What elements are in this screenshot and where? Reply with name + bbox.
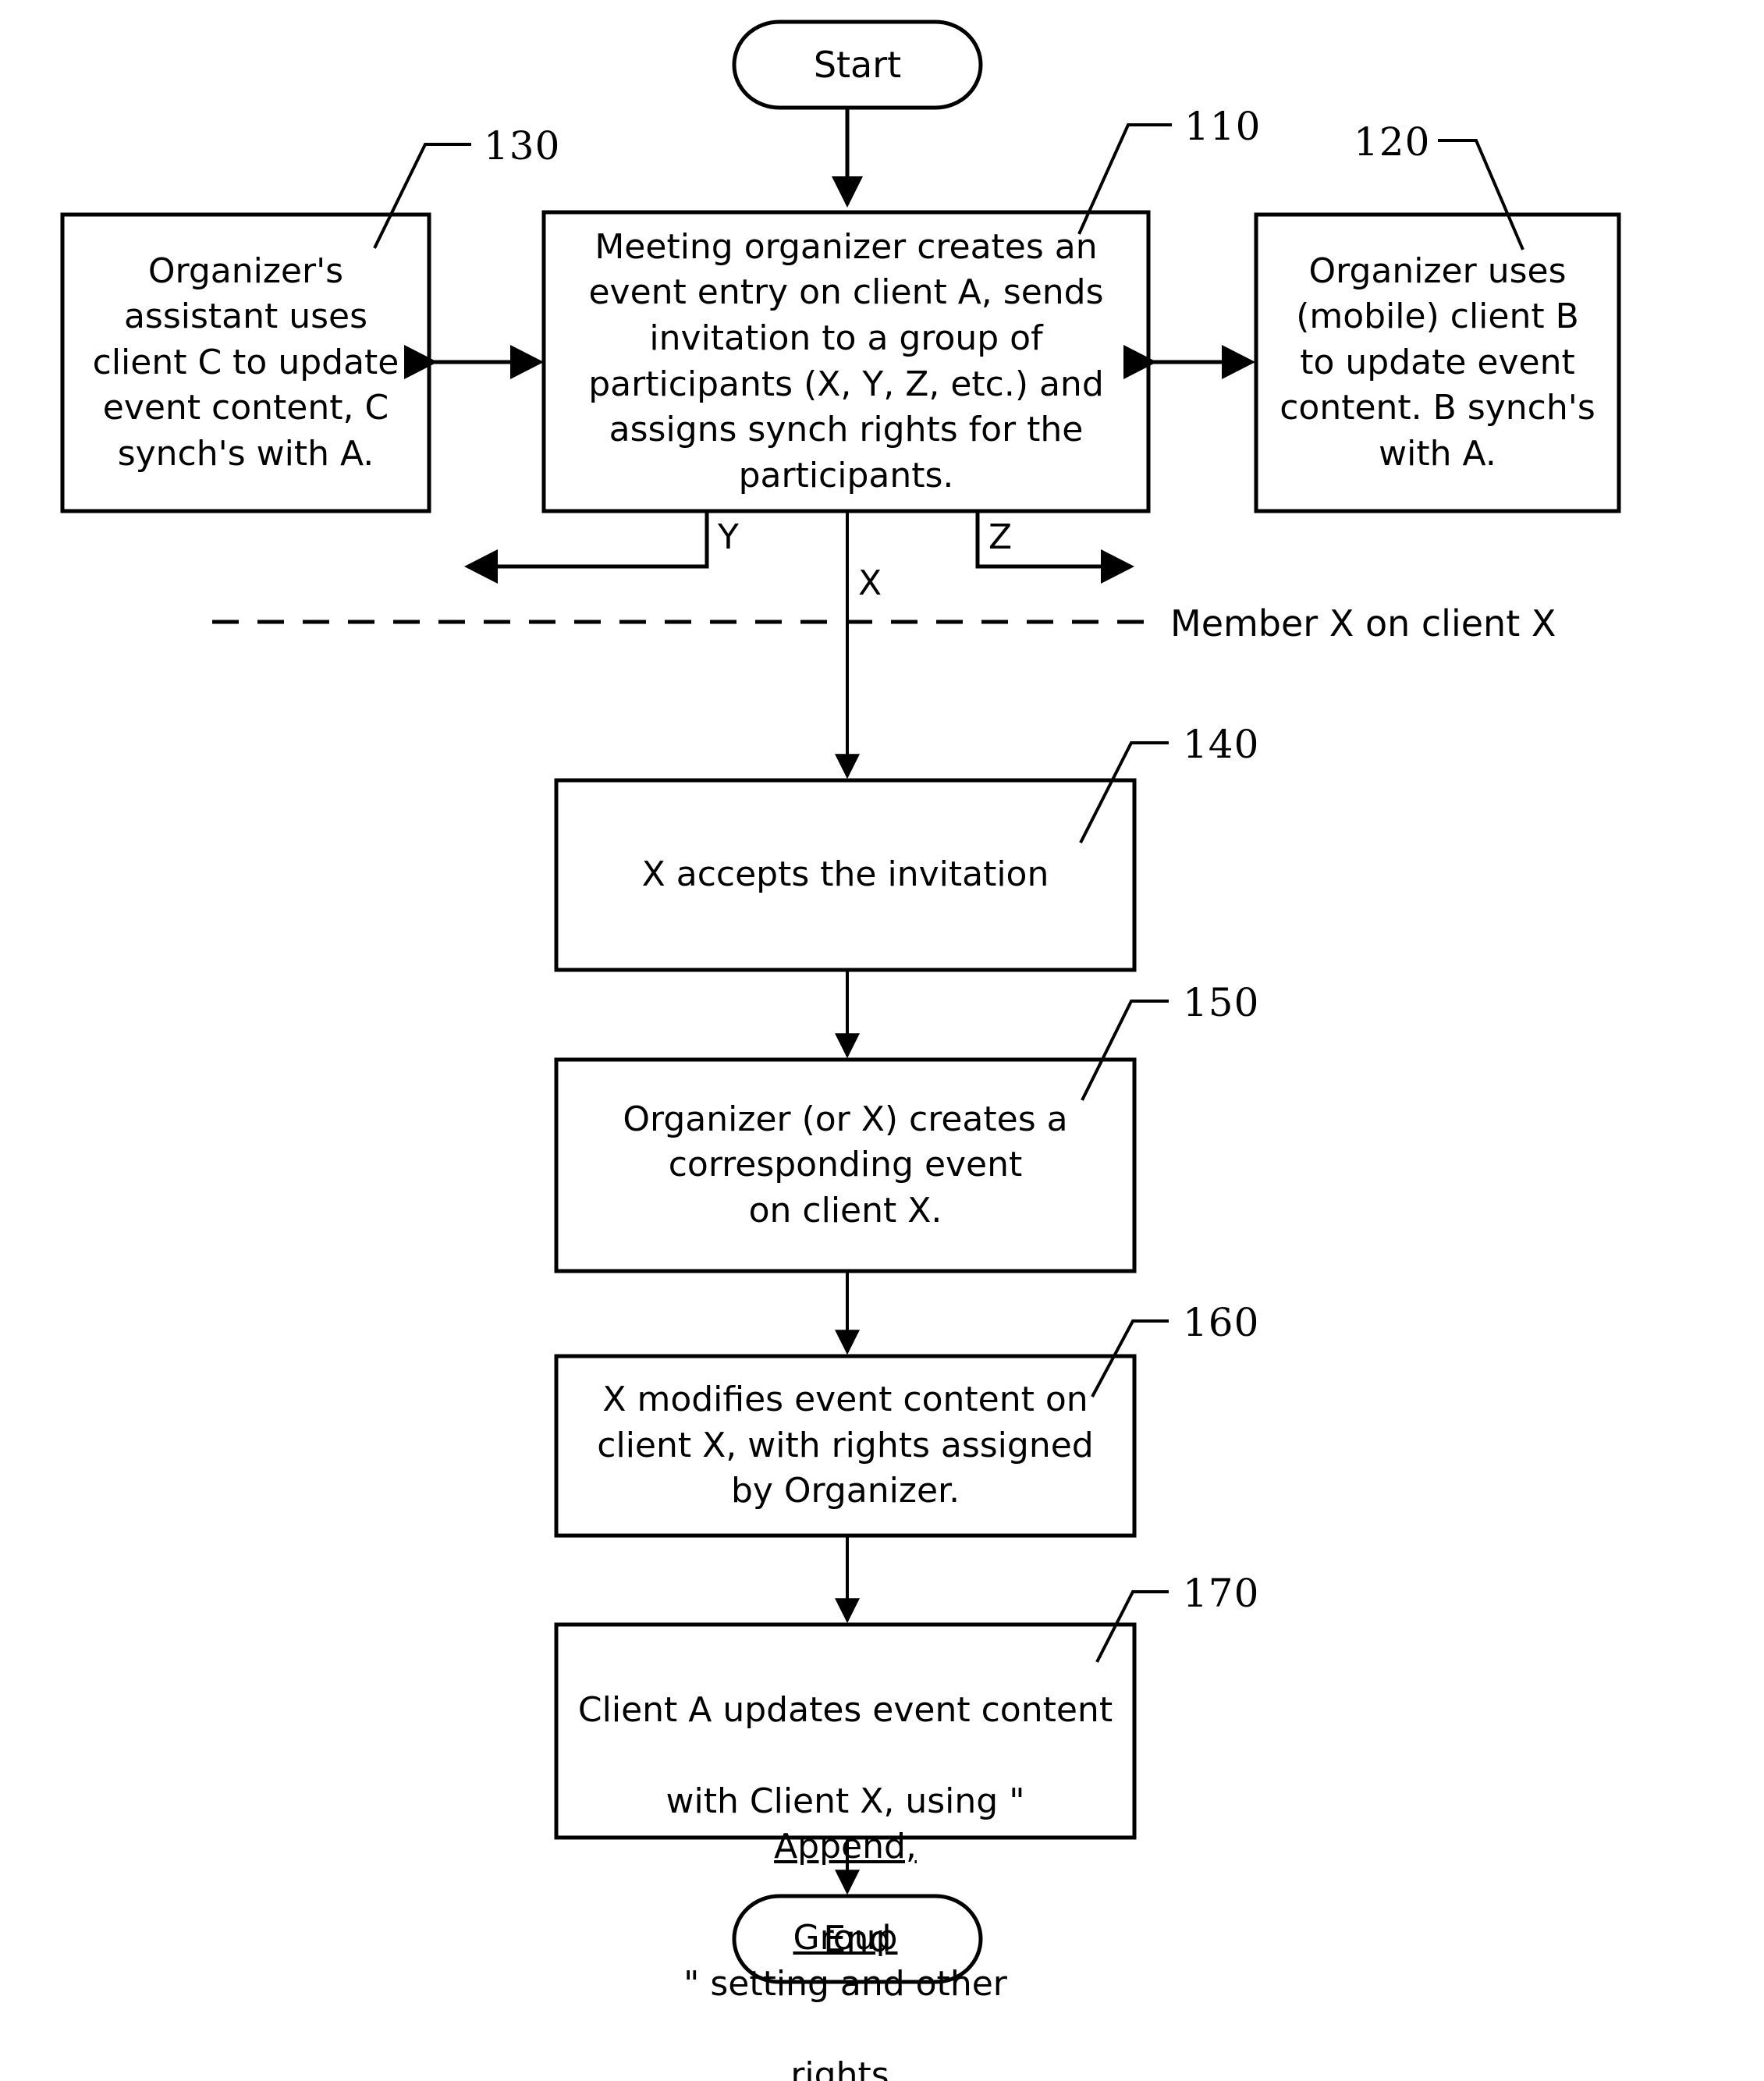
flowchart-graphics [60,20,1621,1984]
flowchart-page: Start Organizer's assistant uses client … [0,0,1764,2081]
node-130-shape [60,212,431,513]
ref-number-120: 120 [1354,119,1431,165]
edge-label-y: Y [718,517,739,557]
end-terminal-label: End [823,1918,892,1960]
section-divider-label: Member X on client X [1170,602,1556,645]
start-terminal-label: Start [813,44,902,86]
edge-label-z: Z [988,517,1013,557]
ref-number-150: 150 [1183,980,1260,1025]
ref-number-160: 160 [1183,1300,1260,1345]
node-120-shape [1254,212,1621,513]
node-140-shape [554,778,1137,972]
ref-number-140: 140 [1183,722,1260,767]
ref-number-170: 170 [1183,1571,1260,1616]
node-160-shape [554,1354,1137,1538]
node-110-shape [541,210,1151,513]
connector-branch-y [463,511,709,584]
node-170-shape [554,1622,1137,1840]
ref-number-110: 110 [1184,104,1262,149]
ref-number-130: 130 [484,123,561,169]
node-150-shape [554,1057,1137,1273]
edge-label-x: X [858,563,882,603]
